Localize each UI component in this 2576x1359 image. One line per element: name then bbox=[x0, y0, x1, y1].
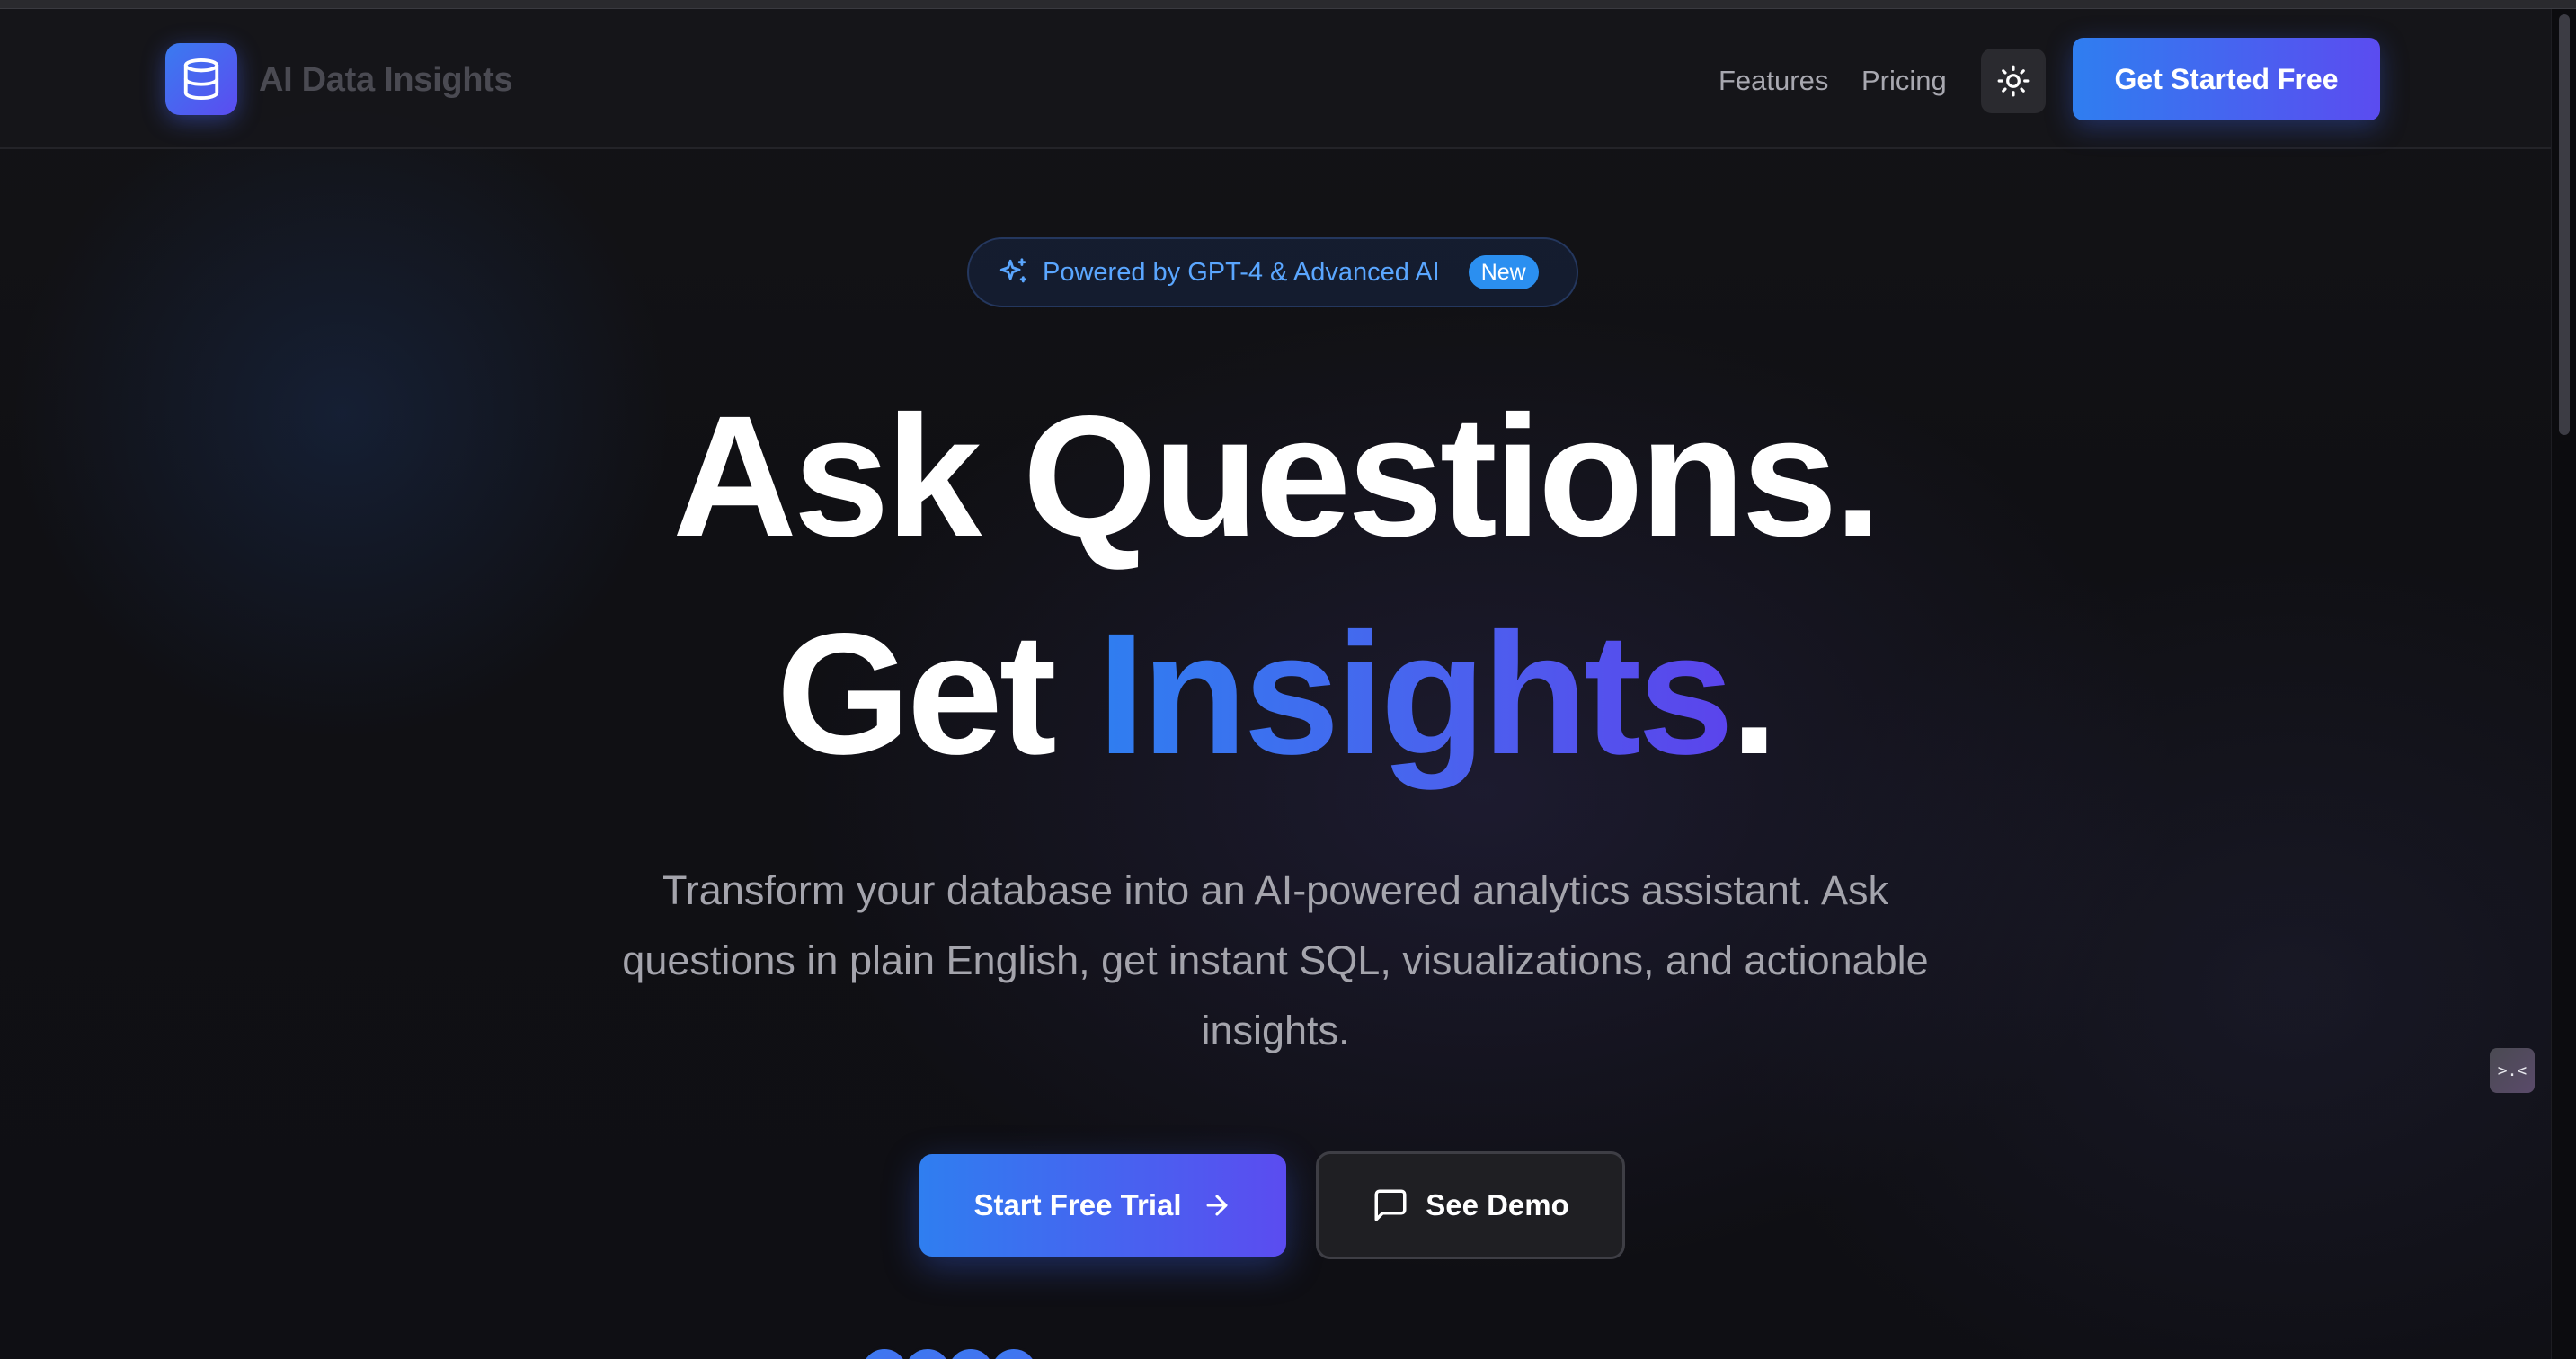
nav-link-pricing[interactable]: Pricing bbox=[1861, 65, 1947, 97]
nav-link-features[interactable]: Features bbox=[1719, 65, 1828, 97]
arrow-right-icon bbox=[1206, 1195, 1228, 1216]
browser-top-strip bbox=[0, 0, 2576, 9]
face-icon: >.< bbox=[2497, 1061, 2527, 1080]
avatar bbox=[946, 1346, 996, 1359]
floating-widget-button[interactable]: >.< bbox=[2490, 1048, 2535, 1093]
database-icon bbox=[183, 58, 219, 100]
site-header: AI Data Insights Features Pricing Get St… bbox=[0, 9, 2551, 149]
announcement-badge: Powered by GPT-4 & Advanced AI New bbox=[967, 237, 1578, 307]
hero-title-line-2: Get Insights. bbox=[0, 595, 2551, 793]
see-demo-label: See Demo bbox=[1426, 1188, 1569, 1221]
new-tag: New bbox=[1468, 255, 1539, 289]
avatar bbox=[859, 1346, 910, 1359]
avatar bbox=[989, 1346, 1039, 1359]
hero-line-2-prefix: Get bbox=[776, 597, 1098, 790]
avatar bbox=[902, 1346, 953, 1359]
hero-subtitle: Transform your database into an AI-power… bbox=[622, 867, 1929, 1053]
sparkles-icon bbox=[999, 258, 1026, 283]
logo-text[interactable]: AI Data Insights bbox=[259, 61, 513, 100]
hero-line-2-suffix: . bbox=[1730, 597, 1778, 790]
start-free-trial-label: Start Free Trial bbox=[973, 1188, 1182, 1221]
landing-page: AI Data Insights Features Pricing Get St… bbox=[0, 0, 2576, 1359]
start-free-trial-button[interactable]: Start Free Trial bbox=[919, 1154, 1286, 1257]
hero-highlight-word: Insights bbox=[1097, 597, 1734, 790]
scrollbar-thumb[interactable] bbox=[2559, 14, 2570, 435]
theme-toggle-button[interactable] bbox=[1981, 49, 2046, 113]
hero-title-line-1: Ask Questions. bbox=[672, 379, 1882, 573]
badge-text: Powered by GPT-4 & Advanced AI bbox=[1043, 257, 1440, 287]
get-started-button[interactable]: Get Started Free bbox=[2073, 38, 2380, 120]
see-demo-button[interactable]: See Demo bbox=[1316, 1151, 1625, 1259]
scrollbar[interactable] bbox=[2551, 9, 2576, 1359]
message-square-icon bbox=[1374, 1189, 1407, 1221]
sun-icon bbox=[1997, 65, 2030, 97]
logo[interactable] bbox=[165, 43, 237, 115]
